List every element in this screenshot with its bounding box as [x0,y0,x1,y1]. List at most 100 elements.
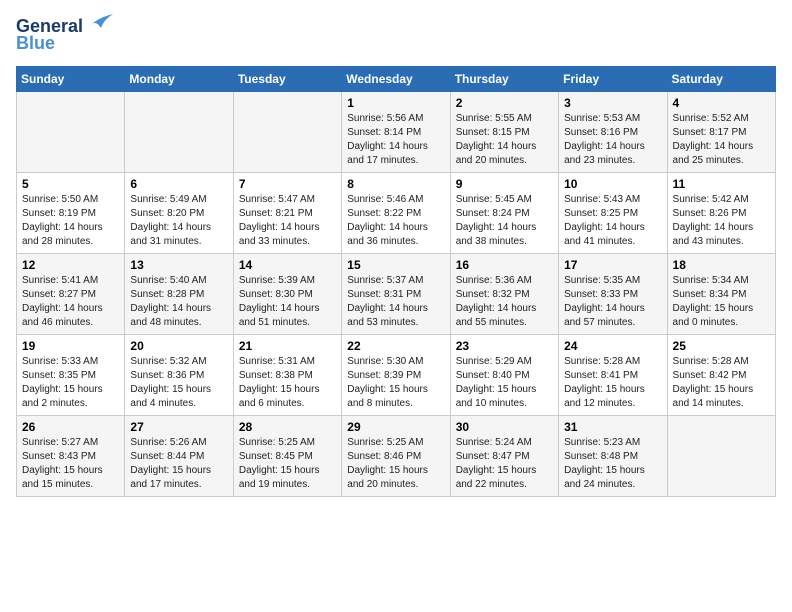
day-info: Sunrise: 5:36 AM Sunset: 8:32 PM Dayligh… [456,274,553,330]
calendar-cell: 25 Sunrise: 5:28 AM Sunset: 8:42 PM Dayli… [667,335,775,416]
calendar-cell: 26 Sunrise: 5:27 AM Sunset: 8:43 PM Dayli… [17,416,125,497]
day-number: 10 [564,177,661,191]
day-info: Sunrise: 5:34 AM Sunset: 8:34 PM Dayligh… [673,274,770,330]
calendar-cell: 14Sunrise: 5:39 AM Sunset: 8:30 PM Dayli… [233,254,341,335]
day-info: Sunrise: 5:42 AM Sunset: 8:26 PM Dayligh… [673,193,770,249]
day-info: Sunrise: 5:55 AM Sunset: 8:15 PM Dayligh… [456,112,553,168]
calendar-cell: 2 Sunrise: 5:55 AM Sunset: 8:15 PM Daylig… [450,92,558,173]
calendar-cell [125,92,233,173]
header-day-monday: Monday [125,67,233,92]
calendar-cell: 22Sunrise: 5:30 AM Sunset: 8:39 PM Dayli… [342,335,450,416]
calendar-cell: 7 Sunrise: 5:47 AM Sunset: 8:21 PM Daylig… [233,173,341,254]
calendar-table: SundayMondayTuesdayWednesdayThursdayFrid… [16,66,776,497]
day-number: 27 [130,420,227,434]
week-row-5: 26 Sunrise: 5:27 AM Sunset: 8:43 PM Dayli… [17,416,776,497]
calendar-cell: 4 Sunrise: 5:52 AM Sunset: 8:17 PM Daylig… [667,92,775,173]
header-day-thursday: Thursday [450,67,558,92]
day-info: Sunrise: 5:46 AM Sunset: 8:22 PM Dayligh… [347,193,444,249]
logo-text-block: General Blue [16,16,115,54]
day-info: Sunrise: 5:52 AM Sunset: 8:17 PM Dayligh… [673,112,770,168]
calendar-cell: 1Sunrise: 5:56 AM Sunset: 8:14 PM Daylig… [342,92,450,173]
day-info: Sunrise: 5:27 AM Sunset: 8:43 PM Dayligh… [22,436,119,492]
day-info: Sunrise: 5:53 AM Sunset: 8:16 PM Dayligh… [564,112,661,168]
calendar-cell [233,92,341,173]
day-number: 9 [456,177,553,191]
day-info: Sunrise: 5:45 AM Sunset: 8:24 PM Dayligh… [456,193,553,249]
calendar-cell: 20 Sunrise: 5:32 AM Sunset: 8:36 PM Dayli… [125,335,233,416]
day-number: 26 [22,420,119,434]
day-info: Sunrise: 5:28 AM Sunset: 8:41 PM Dayligh… [564,355,661,411]
day-info: Sunrise: 5:28 AM Sunset: 8:42 PM Dayligh… [673,355,770,411]
header-day-sunday: Sunday [17,67,125,92]
calendar-cell: 6 Sunrise: 5:49 AM Sunset: 8:20 PM Daylig… [125,173,233,254]
calendar-cell: 18 Sunrise: 5:34 AM Sunset: 8:34 PM Dayli… [667,254,775,335]
day-number: 16 [456,258,553,272]
calendar-cell [17,92,125,173]
day-number: 21 [239,339,336,353]
day-number: 3 [564,96,661,110]
day-info: Sunrise: 5:24 AM Sunset: 8:47 PM Dayligh… [456,436,553,492]
calendar-cell: 27 Sunrise: 5:26 AM Sunset: 8:44 PM Dayli… [125,416,233,497]
calendar-cell: 5 Sunrise: 5:50 AM Sunset: 8:19 PM Daylig… [17,173,125,254]
day-info: Sunrise: 5:33 AM Sunset: 8:35 PM Dayligh… [22,355,119,411]
day-number: 5 [22,177,119,191]
day-number: 2 [456,96,553,110]
day-info: Sunrise: 5:32 AM Sunset: 8:36 PM Dayligh… [130,355,227,411]
day-number: 18 [673,258,770,272]
calendar-cell: 29 Sunrise: 5:25 AM Sunset: 8:46 PM Dayli… [342,416,450,497]
day-info: Sunrise: 5:31 AM Sunset: 8:38 PM Dayligh… [239,355,336,411]
day-info: Sunrise: 5:26 AM Sunset: 8:44 PM Dayligh… [130,436,227,492]
day-info: Sunrise: 5:30 AM Sunset: 8:39 PM Dayligh… [347,355,444,411]
page-header: General Blue [16,16,776,54]
day-number: 11 [673,177,770,191]
calendar-cell [667,416,775,497]
day-info: Sunrise: 5:37 AM Sunset: 8:31 PM Dayligh… [347,274,444,330]
calendar-cell: 11 Sunrise: 5:42 AM Sunset: 8:26 PM Dayli… [667,173,775,254]
week-row-3: 12 Sunrise: 5:41 AM Sunset: 8:27 PM Dayli… [17,254,776,335]
header-day-wednesday: Wednesday [342,67,450,92]
calendar-cell: 31Sunrise: 5:23 AM Sunset: 8:48 PM Dayli… [559,416,667,497]
day-info: Sunrise: 5:25 AM Sunset: 8:46 PM Dayligh… [347,436,444,492]
day-number: 13 [130,258,227,272]
day-number: 7 [239,177,336,191]
day-number: 8 [347,177,444,191]
day-number: 29 [347,420,444,434]
calendar-cell: 17Sunrise: 5:35 AM Sunset: 8:33 PM Dayli… [559,254,667,335]
calendar-cell: 9 Sunrise: 5:45 AM Sunset: 8:24 PM Daylig… [450,173,558,254]
day-info: Sunrise: 5:35 AM Sunset: 8:33 PM Dayligh… [564,274,661,330]
week-row-2: 5 Sunrise: 5:50 AM Sunset: 8:19 PM Daylig… [17,173,776,254]
calendar-cell: 30Sunrise: 5:24 AM Sunset: 8:47 PM Dayli… [450,416,558,497]
day-info: Sunrise: 5:25 AM Sunset: 8:45 PM Dayligh… [239,436,336,492]
day-number: 15 [347,258,444,272]
day-number: 14 [239,258,336,272]
logo-bird-icon [85,12,115,34]
calendar-cell: 21 Sunrise: 5:31 AM Sunset: 8:38 PM Dayli… [233,335,341,416]
day-info: Sunrise: 5:41 AM Sunset: 8:27 PM Dayligh… [22,274,119,330]
day-number: 19 [22,339,119,353]
logo-blue: Blue [16,33,55,54]
calendar-cell: 19 Sunrise: 5:33 AM Sunset: 8:35 PM Dayli… [17,335,125,416]
day-number: 23 [456,339,553,353]
day-info: Sunrise: 5:43 AM Sunset: 8:25 PM Dayligh… [564,193,661,249]
calendar-cell: 12 Sunrise: 5:41 AM Sunset: 8:27 PM Dayli… [17,254,125,335]
logo: General Blue [16,16,115,54]
day-number: 6 [130,177,227,191]
calendar-cell: 8 Sunrise: 5:46 AM Sunset: 8:22 PM Daylig… [342,173,450,254]
day-number: 28 [239,420,336,434]
day-info: Sunrise: 5:47 AM Sunset: 8:21 PM Dayligh… [239,193,336,249]
day-info: Sunrise: 5:29 AM Sunset: 8:40 PM Dayligh… [456,355,553,411]
calendar-cell: 23 Sunrise: 5:29 AM Sunset: 8:40 PM Dayli… [450,335,558,416]
day-number: 20 [130,339,227,353]
day-info: Sunrise: 5:50 AM Sunset: 8:19 PM Dayligh… [22,193,119,249]
day-number: 24 [564,339,661,353]
day-number: 4 [673,96,770,110]
day-number: 12 [22,258,119,272]
header-day-friday: Friday [559,67,667,92]
week-row-1: 1Sunrise: 5:56 AM Sunset: 8:14 PM Daylig… [17,92,776,173]
day-number: 31 [564,420,661,434]
day-info: Sunrise: 5:56 AM Sunset: 8:14 PM Dayligh… [347,112,444,168]
header-day-tuesday: Tuesday [233,67,341,92]
day-info: Sunrise: 5:49 AM Sunset: 8:20 PM Dayligh… [130,193,227,249]
day-number: 25 [673,339,770,353]
calendar-cell: 28 Sunrise: 5:25 AM Sunset: 8:45 PM Dayli… [233,416,341,497]
